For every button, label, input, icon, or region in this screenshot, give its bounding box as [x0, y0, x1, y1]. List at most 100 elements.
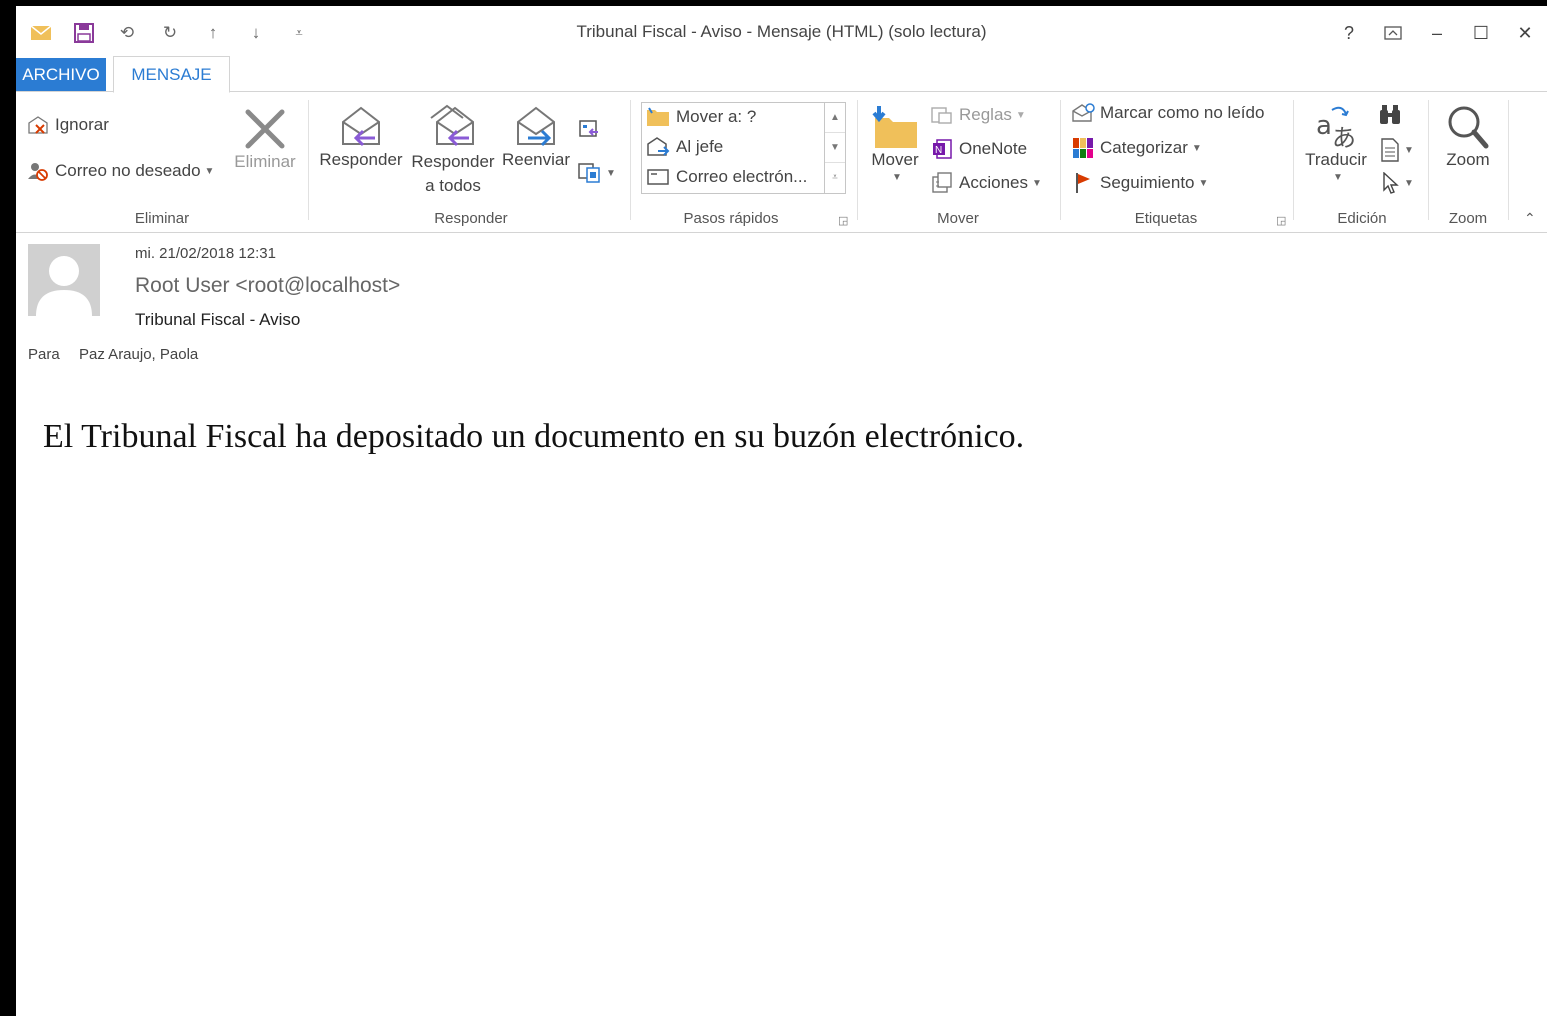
marcar-no-leido-button[interactable]: Marcar como no leído [1071, 102, 1264, 124]
quick-steps-scrollbar[interactable]: ▲ ▼ ⩡ [824, 103, 845, 193]
folder-move-icon [646, 107, 670, 127]
to-manager-icon [646, 137, 670, 157]
gallery-more-icon[interactable]: ⩡ [825, 163, 845, 192]
reply-icon [342, 106, 380, 147]
message-window: ⟲ ↻ ↑ ↓ ⩡ Tribunal Fiscal - Aviso - Mens… [16, 6, 1547, 1016]
reglas-label: Reglas [959, 105, 1012, 124]
recipient-name[interactable]: Paz Araujo, Paola [79, 346, 198, 363]
group-divider [857, 100, 858, 220]
quick-step-correo[interactable]: Correo electrón... [646, 167, 807, 187]
chevron-down-icon: ▼ [1015, 109, 1026, 121]
acciones-button[interactable]: Acciones ▼ [930, 172, 1042, 194]
group-label-responder: Responder [434, 210, 508, 227]
scroll-up-icon[interactable]: ▲ [825, 103, 845, 133]
email-team-icon [646, 168, 670, 186]
find-button[interactable] [1378, 104, 1402, 131]
magnifier-icon [1448, 106, 1489, 149]
group-label-mover: Mover [937, 210, 979, 227]
marcar-no-leido-label: Marcar como no leído [1100, 103, 1265, 122]
categorize-icon [1071, 137, 1095, 159]
onenote-label: OneNote [959, 139, 1028, 158]
actions-icon [930, 172, 954, 194]
quick-steps-gallery: Mover a: ? Al jefe Correo electrón... ▲ … [641, 102, 846, 194]
mover-button[interactable]: Mover ▼ [864, 104, 926, 183]
responder-button[interactable]: Responder [316, 104, 406, 170]
eliminar-button[interactable]: Eliminar [229, 106, 301, 172]
message-body: El Tribunal Fiscal ha depositado un docu… [43, 418, 1025, 455]
more-responses-icon [578, 163, 600, 183]
message-date: mi. 21/02/2018 12:31 [135, 245, 276, 262]
message-sender[interactable]: Root User <root@localhost> [135, 274, 400, 298]
reglas-button[interactable]: Reglas ▼ [930, 104, 1026, 126]
more-responses-button[interactable]: ▼ [578, 162, 616, 184]
dialog-launcher-icon[interactable]: ◲ [1276, 214, 1286, 227]
chevron-down-icon: ▼ [892, 172, 902, 183]
quick-step-jefe-label: Al jefe [676, 137, 724, 156]
delete-icon [245, 109, 285, 149]
reply-all-icon [430, 104, 474, 147]
window-title: Tribunal Fiscal - Aviso - Mensaje (HTML)… [576, 22, 987, 41]
chevron-down-icon: ▼ [204, 165, 215, 177]
group-divider [1293, 100, 1294, 220]
reenviar-button[interactable]: Reenviar [500, 104, 572, 170]
collapse-ribbon-icon[interactable]: ⌃ [1524, 210, 1536, 227]
responder-todos-label-1: Responder [411, 152, 495, 171]
tab-mensaje[interactable]: MENSAJE [113, 56, 230, 93]
onenote-button[interactable]: N OneNote [930, 138, 1027, 160]
move-folder-icon [872, 106, 917, 148]
seguimiento-label: Seguimiento [1100, 173, 1195, 192]
window-controls: ? – ☐ ✕ [1327, 18, 1547, 48]
responder-label: Responder [319, 150, 403, 169]
correo-no-deseado-label: Correo no deseado [55, 161, 201, 180]
binoculars-icon [1380, 105, 1400, 124]
recipient-label: Para [28, 346, 60, 363]
group-label-edicion: Edición [1337, 210, 1387, 227]
group-divider [1060, 100, 1061, 220]
related-button[interactable]: ▼ [1380, 138, 1414, 162]
group-label-etiquetas: Etiquetas [1134, 210, 1198, 227]
meeting-reply-icon[interactable] [578, 118, 600, 145]
group-label-pasos-rapidos: Pasos rápidos [683, 210, 779, 227]
tab-archivo[interactable]: ARCHIVO [16, 58, 106, 92]
close-button[interactable]: ✕ [1503, 18, 1547, 48]
zoom-button[interactable]: Zoom [1436, 104, 1500, 170]
message-subject: Tribunal Fiscal - Aviso [135, 310, 301, 329]
scroll-down-icon[interactable]: ▼ [825, 133, 845, 163]
zoom-label: Zoom [1446, 150, 1490, 169]
traducir-button[interactable]: aあ Traducir ▼ [1300, 104, 1372, 183]
quick-step-jefe[interactable]: Al jefe [646, 137, 723, 157]
eliminar-label: Eliminar [234, 152, 296, 171]
quick-step-correo-label: Correo electrón... [676, 167, 808, 186]
chevron-down-icon: ▼ [1404, 144, 1414, 156]
minimize-button[interactable]: – [1415, 18, 1459, 48]
responder-todos-button[interactable]: Responder a todos [408, 104, 498, 198]
svg-text:あ: あ [1332, 124, 1356, 150]
chevron-down-icon: ▼ [606, 167, 616, 179]
categorizar-label: Categorizar [1100, 138, 1188, 157]
onenote-icon: N [930, 138, 954, 160]
ribbon-display-icon[interactable] [1371, 18, 1415, 48]
correo-no-deseado-button[interactable]: Correo no deseado ▼ [26, 160, 214, 182]
chevron-down-icon: ▼ [1031, 177, 1042, 189]
dialog-launcher-icon[interactable]: ◲ [838, 214, 848, 227]
quick-step-mover-label: Mover a: ? [676, 107, 757, 126]
help-button[interactable]: ? [1327, 18, 1371, 48]
maximize-button[interactable]: ☐ [1459, 18, 1503, 48]
responder-todos-label-2: a todos [425, 176, 481, 195]
translate-icon: aあ [1316, 106, 1356, 150]
seguimiento-button[interactable]: Seguimiento ▼ [1071, 172, 1208, 194]
flag-icon [1071, 172, 1095, 194]
group-divider [1428, 100, 1429, 220]
ignorar-button[interactable]: Ignorar [26, 114, 109, 136]
traducir-label: Traducir [1305, 150, 1367, 169]
group-label-eliminar: Eliminar [134, 210, 190, 227]
forward-icon [517, 106, 555, 147]
rules-icon [930, 104, 954, 126]
chevron-down-icon: ▼ [1191, 142, 1202, 154]
categorizar-button[interactable]: Categorizar ▼ [1071, 137, 1202, 159]
quick-step-mover[interactable]: Mover a: ? [646, 107, 756, 127]
mark-unread-icon [1071, 102, 1095, 124]
chevron-down-icon: ▼ [1198, 177, 1209, 189]
select-button[interactable]: ▼ [1382, 172, 1414, 194]
ribbon: Ignorar Correo no deseado ▼ Eliminar Eli… [16, 91, 1547, 233]
